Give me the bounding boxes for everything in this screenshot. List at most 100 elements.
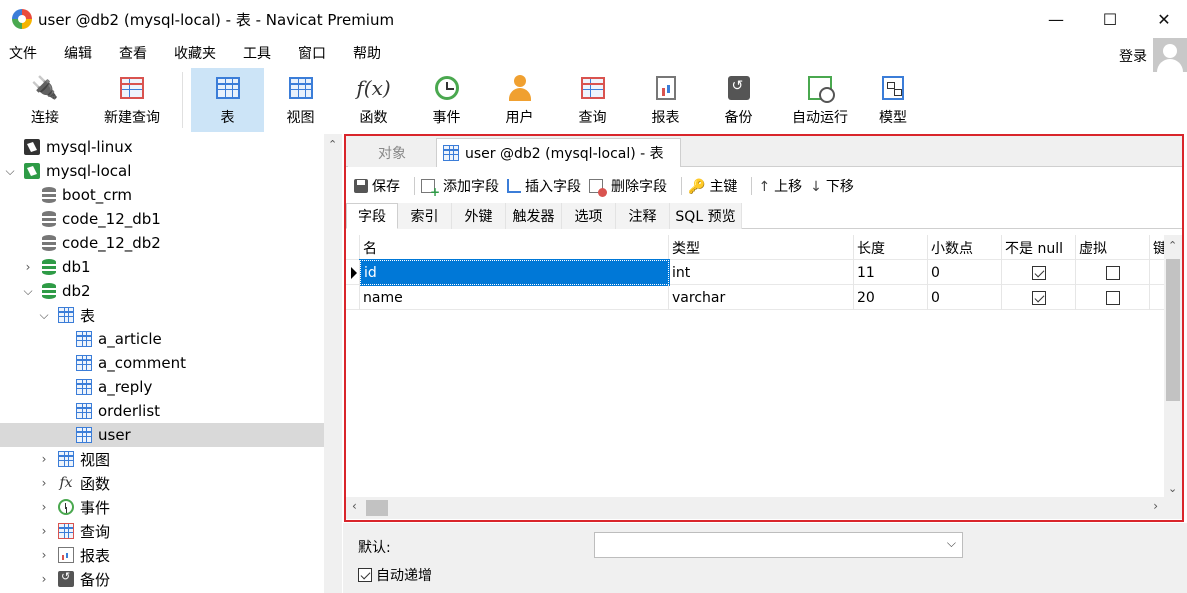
avatar-icon[interactable]	[1153, 38, 1187, 72]
chevron-down-icon[interactable]: ⌵	[947, 536, 956, 551]
query-icon	[579, 74, 607, 102]
menu-bar: 文件 编辑 查看 收藏夹 工具 窗口 帮助	[0, 38, 1187, 68]
backup-button[interactable]: 备份	[702, 68, 775, 132]
menu-edit[interactable]: 编辑	[54, 43, 102, 63]
default-label: 默认:	[358, 540, 391, 556]
model-icon	[879, 74, 907, 102]
query-button[interactable]: 查询	[556, 68, 629, 132]
report-icon	[652, 74, 680, 102]
tree-item-views[interactable]: › 视图	[0, 447, 324, 471]
auto-increment-option[interactable]: 自动递增	[358, 565, 432, 585]
view-icon	[287, 74, 315, 102]
chevron-right-icon[interactable]: ›	[38, 500, 50, 514]
user-icon	[506, 74, 534, 102]
menu-help[interactable]: 帮助	[343, 43, 391, 63]
query-icon	[58, 523, 74, 539]
table-icon	[76, 331, 92, 347]
menu-file[interactable]: 文件	[0, 43, 47, 63]
login-link[interactable]: 登录	[1119, 46, 1147, 66]
report-button[interactable]: 报表	[629, 68, 702, 132]
function-icon: fx	[59, 475, 73, 491]
event-button[interactable]: 事件	[410, 68, 483, 132]
tree-item-boot-crm[interactable]: boot_crm	[0, 183, 324, 207]
database-icon	[42, 283, 56, 299]
tree-item-queries[interactable]: › 查询	[0, 519, 324, 543]
tree-item-mysql-local[interactable]: ⌵ mysql-local	[0, 159, 324, 183]
toolbar-separator	[182, 72, 183, 128]
menu-favorites[interactable]: 收藏夹	[164, 43, 226, 63]
window-title: user @db2 (mysql-local) - 表 - Navicat Pr…	[38, 10, 395, 29]
new-query-icon	[118, 74, 146, 102]
chevron-down-icon[interactable]: ⌵	[38, 308, 50, 323]
connection-icon	[24, 139, 40, 155]
tree-item-orderlist[interactable]: orderlist	[0, 399, 324, 423]
auto-increment-checkbox[interactable]	[358, 568, 372, 582]
chevron-right-icon[interactable]: ›	[22, 260, 34, 274]
user-button[interactable]: 用户	[483, 68, 556, 132]
tree-item-code-12-db1[interactable]: code_12_db1	[0, 207, 324, 231]
tree-item-backups[interactable]: › 备份	[0, 567, 324, 591]
plug-icon: 🔌	[31, 75, 59, 101]
tree-item-db2[interactable]: ⌵ db2	[0, 279, 324, 303]
chevron-down-icon[interactable]: ⌵	[4, 164, 16, 179]
tree-item-a-article[interactable]: a_article	[0, 327, 324, 351]
schedule-icon	[806, 74, 835, 103]
window-controls: — ☐ ✕	[1025, 0, 1187, 38]
table-icon	[76, 379, 92, 395]
tree-item-events[interactable]: › 事件	[0, 495, 324, 519]
chevron-right-icon[interactable]: ›	[38, 572, 50, 586]
clock-icon	[433, 74, 461, 102]
function-icon: f(x)	[356, 76, 391, 100]
sidebar-scrollbar[interactable]: ⌃	[324, 134, 342, 593]
menu-window[interactable]: 窗口	[288, 43, 336, 63]
tree-item-user[interactable]: user	[0, 423, 324, 447]
maximize-button[interactable]: ☐	[1087, 0, 1133, 38]
tree-item-mysql-linux[interactable]: mysql-linux	[0, 135, 324, 159]
chevron-right-icon[interactable]: ›	[38, 548, 50, 562]
default-value-select[interactable]: ⌵	[594, 532, 963, 558]
function-button[interactable]: f(x) 函数	[337, 68, 410, 132]
close-button[interactable]: ✕	[1141, 0, 1187, 38]
clock-icon	[58, 499, 74, 515]
tree-item-tables[interactable]: ⌵ 表	[0, 303, 324, 327]
highlight-box	[344, 134, 1184, 522]
minimize-button[interactable]: —	[1033, 0, 1079, 38]
new-query-button[interactable]: 新建查询	[90, 68, 174, 132]
menu-view[interactable]: 查看	[109, 43, 157, 63]
tree-item-reports[interactable]: › 报表	[0, 543, 324, 567]
tree-item-code-12-db2[interactable]: code_12_db2	[0, 231, 324, 255]
table-icon	[214, 74, 242, 102]
view-button[interactable]: 视图	[264, 68, 337, 132]
navicat-logo-icon	[12, 9, 32, 29]
database-icon	[42, 187, 56, 203]
database-icon	[42, 235, 56, 251]
connection-icon	[24, 163, 40, 179]
report-icon	[58, 547, 74, 563]
auto-run-button[interactable]: 自动运行	[775, 68, 865, 132]
backup-icon	[58, 570, 74, 587]
chevron-right-icon[interactable]: ›	[38, 452, 50, 466]
table-button[interactable]: 表	[191, 68, 264, 132]
table-icon	[58, 307, 74, 323]
navigation-tree: mysql-linux ⌵ mysql-local boot_crm code_…	[0, 134, 342, 593]
backup-icon	[725, 74, 753, 102]
database-icon	[42, 211, 56, 227]
tree-item-a-reply[interactable]: a_reply	[0, 375, 324, 399]
model-button[interactable]: 模型	[865, 68, 921, 132]
scroll-up-icon[interactable]: ⌃	[328, 138, 337, 151]
main-toolbar: 🔌 连接 新建查询 表 视图 f(x) 函数 事件 用户 查询 报表 备份 自动…	[0, 68, 1187, 134]
chevron-right-icon[interactable]: ›	[38, 524, 50, 538]
tree-item-db1[interactable]: › db1	[0, 255, 324, 279]
tree-item-functions[interactable]: › fx 函数	[0, 471, 324, 495]
table-icon	[76, 403, 92, 419]
table-icon	[76, 427, 92, 443]
menu-tools[interactable]: 工具	[233, 43, 281, 63]
connect-button[interactable]: 🔌 连接	[0, 68, 90, 132]
database-icon	[42, 259, 56, 275]
title-bar: user @db2 (mysql-local) - 表 - Navicat Pr…	[0, 0, 1187, 38]
view-icon	[58, 451, 74, 467]
table-icon	[76, 355, 92, 371]
tree-item-a-comment[interactable]: a_comment	[0, 351, 324, 375]
chevron-right-icon[interactable]: ›	[38, 476, 50, 490]
chevron-down-icon[interactable]: ⌵	[22, 284, 34, 299]
